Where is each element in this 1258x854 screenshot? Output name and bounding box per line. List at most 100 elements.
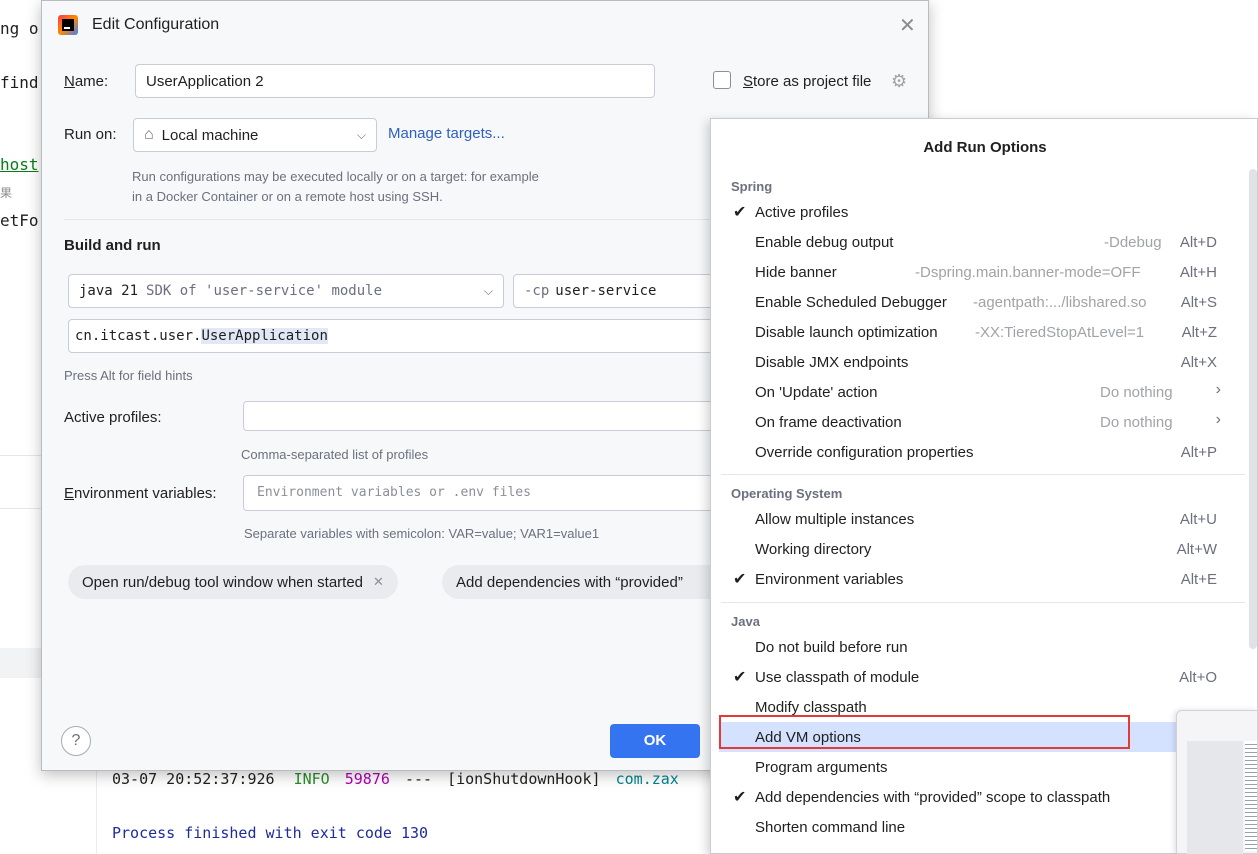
store-as-project-file-label[interactable]: Store as project file	[743, 73, 871, 90]
name-input[interactable]: UserApplication 2	[135, 64, 655, 98]
console-output: 03-07 20:52:37:926 INFO 59876 --- [ionSh…	[96, 770, 796, 854]
manage-targets-link[interactable]: Manage targets...	[388, 125, 505, 142]
close-icon[interactable]: ✕	[373, 574, 384, 590]
classpath-module-select[interactable]: -cp user-service	[513, 274, 723, 308]
run-on-label: Run on:	[64, 126, 117, 143]
log-level: INFO	[293, 770, 330, 788]
run-option-shortcut: Alt+H	[1179, 264, 1217, 281]
run-on-hint: Run configurations may be executed local…	[132, 169, 539, 204]
active-profiles-hint: Comma-separated list of profiles	[241, 447, 429, 462]
gutter-divider	[0, 455, 42, 456]
chevron-down-icon: ⌵	[483, 283, 493, 298]
environment-variables-label: Environment variables:	[64, 485, 217, 502]
run-option-label: Override configuration properties	[755, 444, 974, 461]
store-as-project-file-checkbox[interactable]	[713, 71, 731, 89]
run-option-shortcut: Alt+W	[1176, 541, 1217, 558]
ok-button[interactable]: OK	[610, 724, 700, 758]
main-class-package: cn.itcast.user.	[75, 328, 202, 344]
gutter-divider	[0, 508, 42, 509]
run-option-label: Use classpath of module	[755, 669, 920, 686]
popup-scrollbar[interactable]	[1249, 169, 1257, 649]
window-preview-thumbnail[interactable]	[1176, 710, 1258, 854]
run-option-item[interactable]: Allow multiple instances Alt+U	[719, 504, 1249, 534]
run-option-item[interactable]: Shorten command line	[719, 812, 1249, 842]
help-button[interactable]: ?	[61, 726, 91, 756]
dialog-title: Edit Configuration	[92, 16, 220, 33]
gear-icon[interactable]: ⚙	[891, 71, 907, 92]
run-option-label: Enable debug output	[755, 234, 894, 251]
close-icon[interactable]: ✕	[899, 13, 916, 38]
run-option-item[interactable]: Enable debug output -Ddebug Alt+D	[719, 227, 1249, 257]
home-icon: ⌂	[144, 126, 154, 143]
run-option-hint: -agentpath:.../libshared.so	[973, 294, 1147, 311]
chevron-down-icon: ⌵	[356, 127, 366, 142]
intellij-app-icon	[58, 15, 78, 35]
run-option-item[interactable]: Override configuration properties Alt+P	[719, 437, 1249, 467]
run-option-hint: -Dspring.main.banner-mode=OFF	[915, 264, 1141, 281]
field-hints-tip: Press Alt for field hints	[64, 368, 193, 383]
run-option-item[interactable]: ✔ Add dependencies with “provided” scope …	[719, 782, 1249, 812]
log-separator: ---	[404, 770, 433, 788]
main-class-input[interactable]: cn.itcast.user.UserApplication	[68, 319, 728, 353]
run-option-shortcut: Alt+O	[1179, 669, 1217, 686]
popup-section-divider	[721, 474, 1245, 475]
log-timestamp: 03-07 20:52:37:926	[112, 770, 275, 788]
run-option-hint: -Ddebug	[1104, 234, 1162, 251]
build-and-run-header: Build and run	[64, 237, 161, 254]
active-profiles-input[interactable]	[243, 401, 728, 431]
jdk-sdk-label: SDK of 'user-service' module	[146, 283, 383, 299]
run-option-item[interactable]: Do not build before run	[719, 632, 1249, 662]
gutter-highlight	[0, 648, 42, 678]
run-option-item[interactable]: Program arguments	[719, 752, 1249, 782]
code-fragment: ng o	[0, 19, 39, 38]
run-option-label: Environment variables	[755, 571, 904, 588]
thumbnail-strip	[1245, 741, 1257, 851]
console-exit-line: Process finished with exit code 130	[112, 824, 429, 842]
popup-section-divider	[721, 602, 1245, 603]
popup-section-title: Operating System	[731, 486, 843, 501]
main-class-name: UserApplication	[201, 328, 328, 344]
option-chip-open-tool-window[interactable]: Open run/debug tool window when started …	[68, 565, 398, 599]
run-on-select[interactable]: ⌂ Local machine ⌵	[133, 118, 377, 152]
run-option-item[interactable]: Enable Scheduled Debugger -agentpath:.../…	[719, 287, 1249, 317]
run-option-label: Disable JMX endpoints	[755, 354, 909, 371]
run-option-item[interactable]: On frame deactivation Do nothing ›	[719, 407, 1249, 437]
thumbnail-content	[1187, 741, 1243, 854]
run-option-item[interactable]: ✔ Environment variables Alt+E	[719, 564, 1249, 594]
run-option-label: Allow multiple instances	[755, 511, 915, 528]
run-option-hint: -XX:TieredStopAtLevel=1	[975, 324, 1145, 341]
checkmark-icon: ✔	[733, 571, 747, 588]
cp-module: user-service	[555, 283, 657, 299]
jdk-select[interactable]: java 21 SDK of 'user-service' module ⌵	[68, 274, 504, 308]
run-option-shortcut: Alt+X	[1180, 354, 1217, 371]
run-option-label: Working directory	[755, 541, 872, 558]
code-fragment: 果	[0, 186, 13, 200]
run-option-label: Active profiles	[755, 204, 849, 221]
run-option-label: Disable launch optimization	[755, 324, 938, 341]
cp-flag: -cp	[524, 283, 550, 299]
console-log-line: 03-07 20:52:37:926 INFO 59876 --- [ionSh…	[112, 770, 679, 788]
option-chip-provided-deps[interactable]: Add dependencies with “provided”	[442, 565, 732, 599]
run-option-label: On frame deactivation	[755, 414, 902, 431]
run-option-item[interactable]: ✔ Active profiles	[719, 197, 1249, 227]
run-option-item[interactable]: On 'Update' action Do nothing ›	[719, 377, 1249, 407]
run-option-item[interactable]: Disable JMX endpoints Alt+X	[719, 347, 1249, 377]
chevron-right-icon: ›	[1215, 411, 1221, 428]
run-option-label: Do not build before run	[755, 639, 908, 656]
store-label-text: tore as project file	[753, 73, 872, 90]
run-option-hint: Do nothing	[1100, 414, 1173, 431]
run-option-label: Shorten command line	[755, 819, 906, 836]
active-profiles-label: Active profiles:	[64, 409, 162, 426]
run-option-item[interactable]: Working directory Alt+W	[719, 534, 1249, 564]
run-option-label: On 'Update' action	[755, 384, 878, 401]
popup-title: Add Run Options	[923, 139, 1047, 156]
code-fragment: find	[0, 73, 39, 92]
run-option-item[interactable]: ✔ Use classpath of module Alt+O	[719, 662, 1249, 692]
chip-label: Add dependencies with “provided”	[456, 573, 683, 591]
run-option-item[interactable]: Hide banner -Dspring.main.banner-mode=OFF…	[719, 257, 1249, 287]
run-option-item[interactable]: Disable launch optimization -XX:TieredSto…	[719, 317, 1249, 347]
environment-variables-input[interactable]: Environment variables or .env files	[243, 475, 728, 511]
log-thread: [ionShutdownHook]	[447, 770, 601, 788]
code-fragment: host	[0, 155, 39, 174]
chevron-right-icon: ›	[1215, 381, 1221, 398]
